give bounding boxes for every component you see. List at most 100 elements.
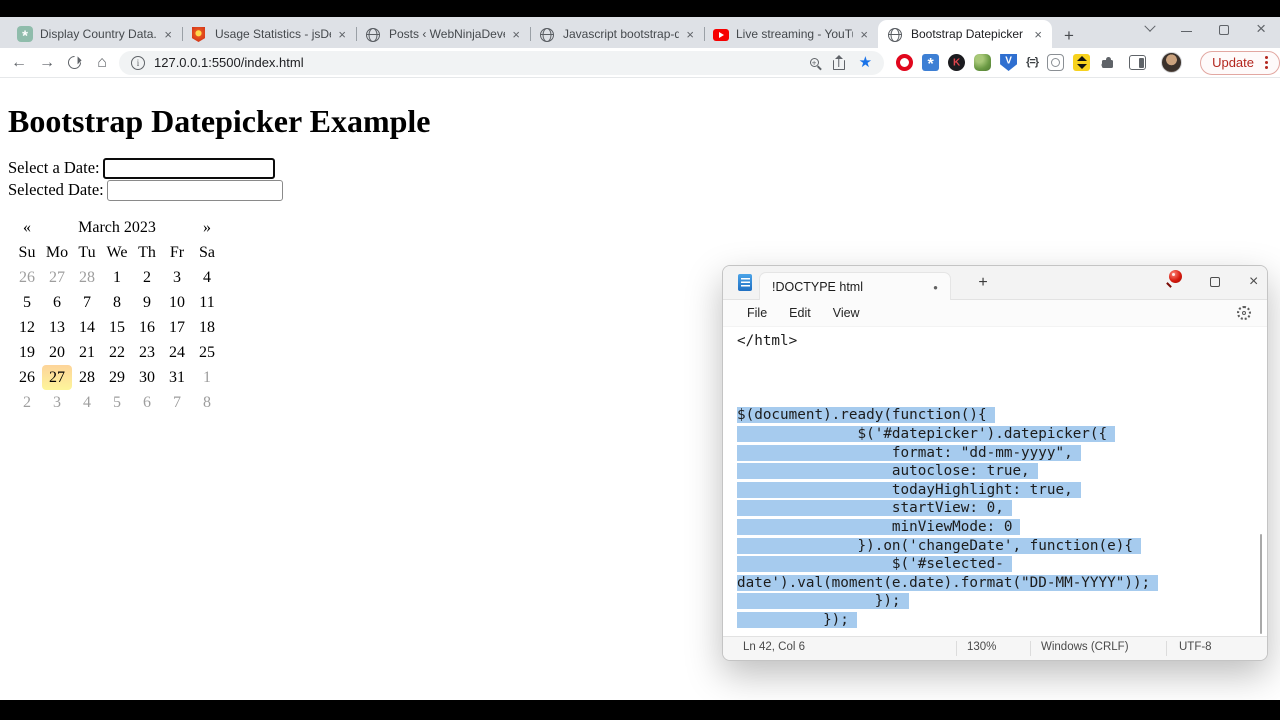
profile-avatar[interactable]	[1161, 52, 1182, 73]
notepad-maximize-button[interactable]	[1210, 277, 1220, 287]
tab-close-icon[interactable]: ×	[509, 28, 523, 41]
camera-sync-icon[interactable]	[1047, 54, 1064, 71]
encoding[interactable]: UTF-8	[1179, 641, 1212, 653]
day-cell[interactable]: 7	[72, 290, 102, 315]
new-tab-button[interactable]: +	[1064, 27, 1074, 44]
day-cell[interactable]: 23	[132, 340, 162, 365]
tab-close-icon[interactable]: ×	[1031, 28, 1045, 41]
day-cell[interactable]: 13	[42, 315, 72, 340]
day-cell[interactable]: 28	[72, 265, 102, 290]
day-cell[interactable]: 26	[12, 365, 42, 390]
day-cell[interactable]: 4	[192, 265, 222, 290]
notepad-editor[interactable]: </html>$(document).ready(function(){ $('…	[723, 327, 1267, 636]
bookmark-star-icon[interactable]: ★	[859, 55, 872, 70]
day-cell[interactable]: 3	[162, 265, 192, 290]
menu-file[interactable]: File	[736, 306, 778, 320]
zoom-level[interactable]: 130%	[967, 641, 996, 653]
tab-close-icon[interactable]: ×	[683, 28, 697, 41]
day-cell[interactable]: 24	[162, 340, 192, 365]
notepad-close-button[interactable]: ×	[1249, 272, 1258, 292]
menu-view[interactable]: View	[822, 306, 871, 320]
day-cell[interactable]: 1	[192, 365, 222, 390]
day-cell[interactable]: 26	[12, 265, 42, 290]
browser-tab-1[interactable]: Usage Statistics - jsDelivr×	[182, 20, 356, 48]
day-cell[interactable]: 2	[132, 265, 162, 290]
day-cell[interactable]: 10	[162, 290, 192, 315]
maximize-button[interactable]	[1219, 25, 1229, 35]
snowflake-icon[interactable]	[922, 54, 939, 71]
share-icon[interactable]	[833, 60, 845, 70]
browser-tab-3[interactable]: Javascript bootstrap-datepi×	[530, 20, 704, 48]
day-cell[interactable]: 8	[192, 390, 222, 415]
day-cell[interactable]: 5	[102, 390, 132, 415]
chevron-down-icon[interactable]	[1144, 20, 1155, 31]
day-cell[interactable]: 22	[102, 340, 132, 365]
notepad-scrollbar[interactable]	[1260, 534, 1263, 634]
day-cell[interactable]: 30	[132, 365, 162, 390]
notepad-tab[interactable]: !DOCTYPE html ●	[759, 272, 951, 301]
next-month-button[interactable]: »	[192, 215, 222, 240]
zoom-icon[interactable]	[810, 58, 819, 67]
browser-tab-5[interactable]: Bootstrap Datepicker Exam×	[878, 20, 1052, 48]
day-cell[interactable]: 15	[102, 315, 132, 340]
update-button[interactable]: Update	[1200, 51, 1280, 75]
day-cell[interactable]: 1	[102, 265, 132, 290]
datepicker-input[interactable]	[103, 158, 275, 179]
day-cell[interactable]: 3	[42, 390, 72, 415]
day-cell[interactable]: 11	[192, 290, 222, 315]
home-icon[interactable]: ⌂	[93, 55, 111, 71]
day-cell[interactable]: 7	[162, 390, 192, 415]
updown-arrows-icon[interactable]	[1073, 54, 1090, 71]
day-cell[interactable]: 27	[42, 265, 72, 290]
day-cell[interactable]: 14	[72, 315, 102, 340]
tab-close-icon[interactable]: ×	[857, 28, 871, 41]
tab-close-icon[interactable]: ×	[161, 28, 175, 41]
day-cell[interactable]: 20	[42, 340, 72, 365]
day-cell[interactable]: 31	[162, 365, 192, 390]
forward-icon[interactable]: →	[38, 55, 56, 71]
tab-close-icon[interactable]: ×	[335, 28, 349, 41]
opera-ring-icon[interactable]	[896, 54, 913, 71]
gear-icon[interactable]	[1237, 306, 1251, 320]
close-window-button[interactable]: ×	[1256, 24, 1266, 34]
week-row: 19202122232425	[12, 340, 222, 365]
browser-tab-0[interactable]: Display Country Data.×	[8, 20, 182, 48]
selected-date-input[interactable]	[107, 180, 283, 201]
prev-month-button[interactable]: «	[12, 215, 42, 240]
day-cell[interactable]: 21	[72, 340, 102, 365]
minimize-button[interactable]	[1181, 31, 1192, 33]
k-circle-icon[interactable]	[948, 54, 965, 71]
day-cell[interactable]: 4	[72, 390, 102, 415]
address-bar[interactable]: i 127.0.0.1:5500/index.html ★	[119, 51, 884, 75]
day-cell[interactable]: 6	[132, 390, 162, 415]
day-cell[interactable]: 17	[162, 315, 192, 340]
day-cell[interactable]: 18	[192, 315, 222, 340]
menu-edit[interactable]: Edit	[778, 306, 822, 320]
sidebar-icon[interactable]	[1129, 55, 1146, 70]
notepad-new-tab-button[interactable]: +	[973, 274, 993, 292]
day-cell[interactable]: 29	[102, 365, 132, 390]
day-cell[interactable]: 5	[12, 290, 42, 315]
day-cell[interactable]: 16	[132, 315, 162, 340]
day-cell[interactable]: 12	[12, 315, 42, 340]
day-cell[interactable]: 2	[12, 390, 42, 415]
frog-icon[interactable]	[974, 54, 991, 71]
day-cell[interactable]: 28	[72, 365, 102, 390]
month-year-label[interactable]: March 2023	[42, 215, 192, 240]
extensions-puzzle-icon[interactable]	[1099, 54, 1116, 71]
day-cell[interactable]: 6	[42, 290, 72, 315]
day-cell[interactable]: 25	[192, 340, 222, 365]
v-shield-icon[interactable]	[1000, 54, 1017, 71]
braces-icon[interactable]: {=}	[1026, 54, 1038, 71]
menu-kebab-icon[interactable]	[1265, 61, 1268, 64]
site-info-icon[interactable]: i	[131, 56, 145, 70]
day-cell[interactable]: 19	[12, 340, 42, 365]
reload-icon[interactable]	[65, 53, 83, 71]
line-ending[interactable]: Windows (CRLF)	[1041, 641, 1129, 653]
browser-tab-4[interactable]: Live streaming - YouTube S×	[704, 20, 878, 48]
day-cell[interactable]: 8	[102, 290, 132, 315]
browser-tab-2[interactable]: Posts ‹ WebNinjaDeveloper×	[356, 20, 530, 48]
back-icon[interactable]: ←	[10, 55, 28, 71]
day-cell-today[interactable]: 27	[42, 365, 72, 390]
day-cell[interactable]: 9	[132, 290, 162, 315]
